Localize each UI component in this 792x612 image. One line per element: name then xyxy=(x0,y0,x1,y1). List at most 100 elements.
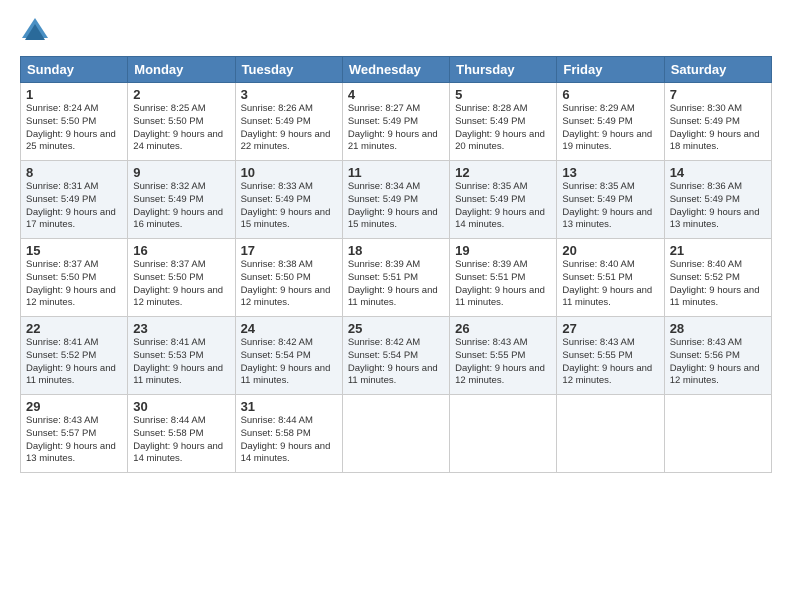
sunset-time: 5:49 PM xyxy=(705,194,740,205)
sunrise-time: 8:35 AM xyxy=(600,181,635,192)
sunrise-time: 8:43 AM xyxy=(64,415,99,426)
sunset-label: Sunset: xyxy=(133,194,168,205)
calendar-cell: 28 Sunrise: 8:43 AM Sunset: 5:56 PM Dayl… xyxy=(664,317,771,395)
sunset-label: Sunset: xyxy=(241,272,276,283)
sunrise-label: Sunrise: xyxy=(455,337,493,348)
sunrise-label: Sunrise: xyxy=(133,415,171,426)
sunrise-time: 8:43 AM xyxy=(707,337,742,348)
day-info: Sunrise: 8:43 AM Sunset: 5:56 PM Dayligh… xyxy=(670,337,766,388)
sunset-time: 5:55 PM xyxy=(597,350,632,361)
col-header-wednesday: Wednesday xyxy=(342,57,449,83)
sunrise-label: Sunrise: xyxy=(670,181,708,192)
day-number: 29 xyxy=(26,399,122,414)
calendar-cell: 27 Sunrise: 8:43 AM Sunset: 5:55 PM Dayl… xyxy=(557,317,664,395)
sunrise-time: 8:44 AM xyxy=(171,415,206,426)
day-number: 23 xyxy=(133,321,229,336)
day-number: 3 xyxy=(241,87,337,102)
sunset-label: Sunset: xyxy=(133,116,168,127)
day-number: 16 xyxy=(133,243,229,258)
sunset-label: Sunset: xyxy=(348,272,383,283)
day-info: Sunrise: 8:40 AM Sunset: 5:52 PM Dayligh… xyxy=(670,259,766,310)
sunset-time: 5:58 PM xyxy=(168,428,203,439)
day-info: Sunrise: 8:41 AM Sunset: 5:53 PM Dayligh… xyxy=(133,337,229,388)
sunrise-label: Sunrise: xyxy=(133,103,171,114)
calendar-cell xyxy=(664,395,771,473)
sunset-label: Sunset: xyxy=(455,116,490,127)
daylight-label: Daylight: xyxy=(241,441,281,452)
day-number: 26 xyxy=(455,321,551,336)
calendar-cell xyxy=(342,395,449,473)
col-header-thursday: Thursday xyxy=(450,57,557,83)
day-number: 24 xyxy=(241,321,337,336)
sunrise-label: Sunrise: xyxy=(348,181,386,192)
sunrise-label: Sunrise: xyxy=(455,103,493,114)
daylight-label: Daylight: xyxy=(562,207,602,218)
sunset-label: Sunset: xyxy=(241,350,276,361)
sunrise-time: 8:31 AM xyxy=(64,181,99,192)
day-info: Sunrise: 8:37 AM Sunset: 5:50 PM Dayligh… xyxy=(133,259,229,310)
daylight-label: Daylight: xyxy=(133,363,173,374)
sunrise-label: Sunrise: xyxy=(241,415,279,426)
sunrise-time: 8:32 AM xyxy=(171,181,206,192)
daylight-label: Daylight: xyxy=(348,363,388,374)
sunset-time: 5:50 PM xyxy=(168,272,203,283)
day-info: Sunrise: 8:35 AM Sunset: 5:49 PM Dayligh… xyxy=(562,181,658,232)
sunset-label: Sunset: xyxy=(562,194,597,205)
sunset-label: Sunset: xyxy=(26,194,61,205)
calendar-cell: 12 Sunrise: 8:35 AM Sunset: 5:49 PM Dayl… xyxy=(450,161,557,239)
daylight-label: Daylight: xyxy=(455,363,495,374)
sunrise-label: Sunrise: xyxy=(241,259,279,270)
week-row-2: 15 Sunrise: 8:37 AM Sunset: 5:50 PM Dayl… xyxy=(21,239,772,317)
sunset-time: 5:53 PM xyxy=(168,350,203,361)
sunrise-label: Sunrise: xyxy=(562,337,600,348)
day-info: Sunrise: 8:35 AM Sunset: 5:49 PM Dayligh… xyxy=(455,181,551,232)
day-number: 21 xyxy=(670,243,766,258)
day-info: Sunrise: 8:29 AM Sunset: 5:49 PM Dayligh… xyxy=(562,103,658,154)
day-number: 30 xyxy=(133,399,229,414)
sunrise-time: 8:40 AM xyxy=(600,259,635,270)
calendar-cell: 14 Sunrise: 8:36 AM Sunset: 5:49 PM Dayl… xyxy=(664,161,771,239)
sunset-time: 5:51 PM xyxy=(597,272,632,283)
calendar-cell: 7 Sunrise: 8:30 AM Sunset: 5:49 PM Dayli… xyxy=(664,83,771,161)
calendar-cell: 25 Sunrise: 8:42 AM Sunset: 5:54 PM Dayl… xyxy=(342,317,449,395)
col-header-monday: Monday xyxy=(128,57,235,83)
day-number: 12 xyxy=(455,165,551,180)
week-row-1: 8 Sunrise: 8:31 AM Sunset: 5:49 PM Dayli… xyxy=(21,161,772,239)
day-info: Sunrise: 8:32 AM Sunset: 5:49 PM Dayligh… xyxy=(133,181,229,232)
day-info: Sunrise: 8:28 AM Sunset: 5:49 PM Dayligh… xyxy=(455,103,551,154)
sunrise-time: 8:35 AM xyxy=(493,181,528,192)
sunset-label: Sunset: xyxy=(26,272,61,283)
sunset-time: 5:58 PM xyxy=(275,428,310,439)
sunrise-time: 8:43 AM xyxy=(493,337,528,348)
sunset-label: Sunset: xyxy=(133,350,168,361)
sunset-time: 5:51 PM xyxy=(383,272,418,283)
sunrise-time: 8:37 AM xyxy=(171,259,206,270)
calendar-cell: 6 Sunrise: 8:29 AM Sunset: 5:49 PM Dayli… xyxy=(557,83,664,161)
sunrise-label: Sunrise: xyxy=(348,259,386,270)
sunrise-time: 8:38 AM xyxy=(278,259,313,270)
sunset-label: Sunset: xyxy=(26,428,61,439)
day-info: Sunrise: 8:44 AM Sunset: 5:58 PM Dayligh… xyxy=(133,415,229,466)
daylight-label: Daylight: xyxy=(133,207,173,218)
daylight-label: Daylight: xyxy=(26,207,66,218)
daylight-label: Daylight: xyxy=(133,441,173,452)
sunset-time: 5:51 PM xyxy=(490,272,525,283)
sunrise-label: Sunrise: xyxy=(562,181,600,192)
sunset-label: Sunset: xyxy=(241,428,276,439)
daylight-label: Daylight: xyxy=(562,363,602,374)
sunset-time: 5:50 PM xyxy=(168,116,203,127)
sunset-time: 5:49 PM xyxy=(168,194,203,205)
sunrise-time: 8:39 AM xyxy=(493,259,528,270)
daylight-label: Daylight: xyxy=(455,285,495,296)
sunset-time: 5:49 PM xyxy=(61,194,96,205)
day-info: Sunrise: 8:36 AM Sunset: 5:49 PM Dayligh… xyxy=(670,181,766,232)
day-info: Sunrise: 8:39 AM Sunset: 5:51 PM Dayligh… xyxy=(455,259,551,310)
sunset-label: Sunset: xyxy=(670,194,705,205)
day-number: 14 xyxy=(670,165,766,180)
sunrise-label: Sunrise: xyxy=(455,181,493,192)
day-number: 4 xyxy=(348,87,444,102)
calendar-cell: 29 Sunrise: 8:43 AM Sunset: 5:57 PM Dayl… xyxy=(21,395,128,473)
calendar-cell: 5 Sunrise: 8:28 AM Sunset: 5:49 PM Dayli… xyxy=(450,83,557,161)
col-header-saturday: Saturday xyxy=(664,57,771,83)
sunrise-label: Sunrise: xyxy=(348,103,386,114)
